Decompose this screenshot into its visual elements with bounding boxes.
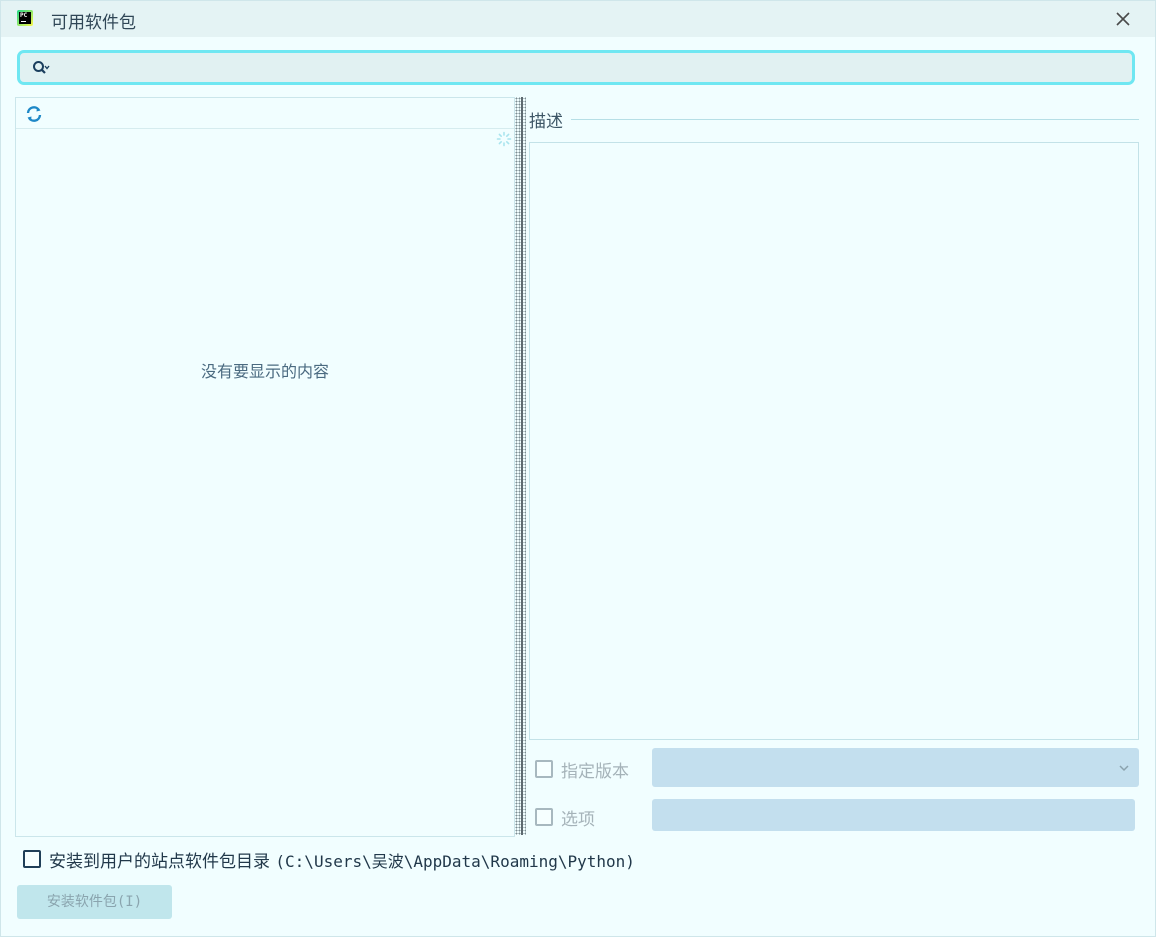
install-to-user-checkbox[interactable] bbox=[23, 850, 41, 868]
splitter-line bbox=[521, 97, 523, 835]
dialog-title: 可用软件包 bbox=[51, 13, 136, 33]
package-list-panel: 没有要显示的内容 bbox=[15, 97, 515, 837]
close-icon bbox=[1116, 12, 1130, 26]
chevron-down-icon bbox=[1119, 765, 1129, 772]
search-icon[interactable] bbox=[32, 60, 50, 76]
options-checkbox[interactable] bbox=[535, 808, 553, 826]
description-area bbox=[529, 142, 1139, 740]
close-button[interactable] bbox=[1111, 7, 1135, 31]
user-site-path: (C:\Users\吴波\AppData\Roaming\Python) bbox=[275, 852, 635, 871]
spinner-icon bbox=[496, 131, 512, 147]
refresh-icon[interactable] bbox=[25, 105, 43, 123]
search-field[interactable] bbox=[17, 50, 1135, 85]
specify-version-checkbox[interactable] bbox=[535, 760, 553, 778]
search-input[interactable] bbox=[60, 56, 1124, 82]
install-to-user-label: 安装到用户的站点软件包目录 (C:\Users\吴波\AppData\Roami… bbox=[49, 847, 635, 872]
description-label: 描述 bbox=[529, 107, 571, 132]
description-divider bbox=[571, 119, 1139, 120]
install-package-button[interactable]: 安装软件包(I) bbox=[17, 885, 172, 919]
title-bar: PC 可用软件包 bbox=[1, 1, 1155, 37]
specify-version-label: 指定版本 bbox=[561, 762, 629, 782]
version-select[interactable] bbox=[652, 748, 1139, 787]
package-list-toolbar bbox=[16, 98, 514, 129]
install-to-user-text: 安装到用户的站点软件包目录 bbox=[49, 852, 270, 872]
options-input[interactable] bbox=[652, 799, 1135, 831]
empty-list-message: 没有要显示的内容 bbox=[200, 362, 329, 381]
available-packages-dialog: PC 可用软件包 没有要显示的内容 描述 指定版本 选项 安装到用户的站点软件包… bbox=[0, 0, 1156, 937]
options-label: 选项 bbox=[561, 810, 595, 830]
pycharm-icon: PC bbox=[17, 10, 33, 26]
